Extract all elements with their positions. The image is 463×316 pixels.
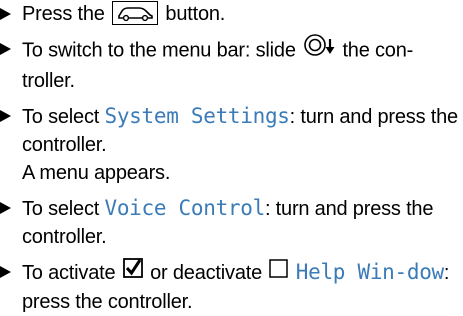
bullet-arrow-icon (0, 43, 11, 55)
step-text: Press the (22, 3, 111, 25)
step-select-voice-control: To select Voice Control: turn and press … (0, 194, 463, 251)
step-text: To select (22, 106, 105, 128)
menu-item-voice-control: Voice Control (104, 196, 265, 220)
instruction-list: Press the button. To switch to the menu … (0, 0, 463, 316)
step-result-note: A menu appears. (22, 162, 171, 184)
step-switch-menu-bar: To switch to the menu bar: slide the con… (0, 33, 463, 95)
controller-slide-down-icon (303, 33, 337, 65)
step-text: To select (22, 198, 105, 220)
step-text: To activate (22, 262, 121, 284)
checkbox-unchecked-icon (269, 258, 289, 286)
bullet-arrow-icon (0, 266, 11, 278)
bullet-arrow-icon (0, 202, 11, 214)
step-press-button: Press the button. (0, 0, 463, 28)
step-text-middle: or deactivate (144, 262, 268, 284)
step-select-system-settings: To select System Settings: turn and pres… (0, 102, 463, 187)
step-text: To switch to the menu bar: slide (22, 39, 302, 62)
car-button-icon (112, 0, 159, 25)
menu-item-help-window: Help Win-dow (295, 260, 444, 284)
step-toggle-help-window: To activate or deactivate Help Win-dow: … (0, 257, 463, 316)
bullet-arrow-icon (0, 110, 11, 122)
menu-item-system-settings: System Settings (104, 104, 290, 128)
bullet-arrow-icon (0, 8, 11, 20)
step-text-end: button. (160, 3, 226, 25)
checkbox-checked-icon (122, 257, 143, 286)
